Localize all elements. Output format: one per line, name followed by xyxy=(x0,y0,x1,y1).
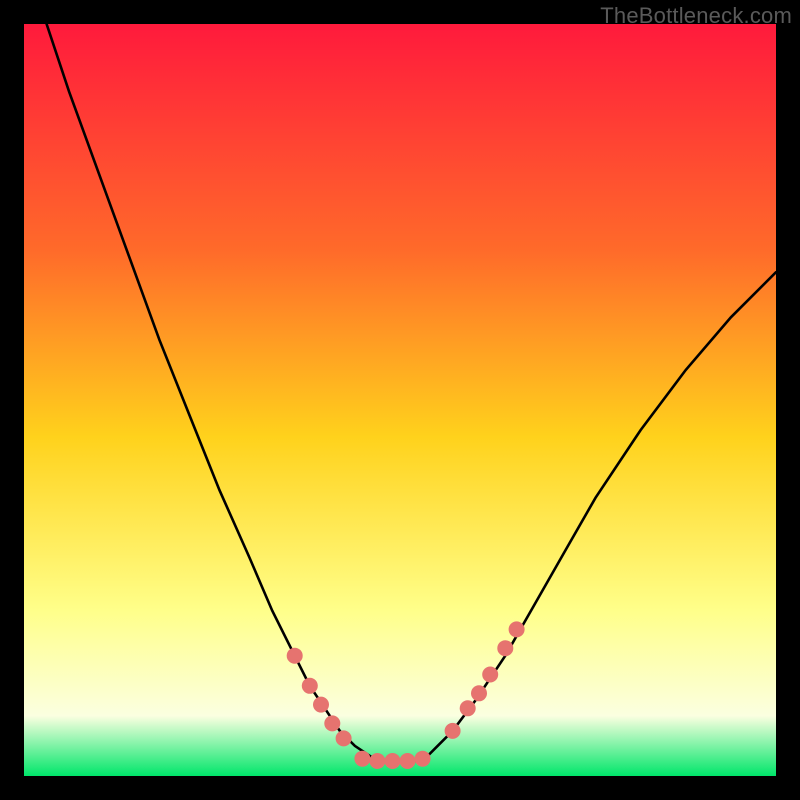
curve-marker xyxy=(497,640,513,656)
chart-frame: TheBottleneck.com xyxy=(0,0,800,800)
chart-plot-area xyxy=(24,24,776,776)
curve-marker xyxy=(336,730,352,746)
curve-marker xyxy=(369,753,385,769)
curve-marker xyxy=(385,753,401,769)
watermark-text: TheBottleneck.com xyxy=(600,3,792,29)
curve-marker xyxy=(471,685,487,701)
curve-marker xyxy=(482,667,498,683)
curve-marker xyxy=(302,678,318,694)
curve-marker xyxy=(445,723,461,739)
curve-marker xyxy=(460,700,476,716)
curve-marker xyxy=(400,753,416,769)
curve-marker xyxy=(509,621,525,637)
chart-svg xyxy=(24,24,776,776)
curve-marker xyxy=(415,751,431,767)
curve-marker xyxy=(324,715,340,731)
curve-marker xyxy=(287,648,303,664)
curve-marker xyxy=(313,697,329,713)
curve-marker xyxy=(354,751,370,767)
